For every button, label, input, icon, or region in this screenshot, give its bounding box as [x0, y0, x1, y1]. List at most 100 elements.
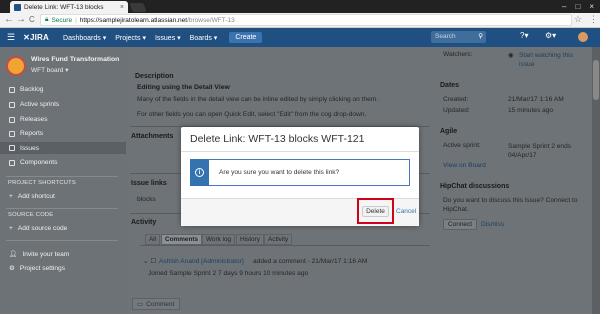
updated-label: Updated:: [443, 107, 470, 114]
plus-icon: +: [9, 193, 13, 200]
nav-issues[interactable]: Issues ▾: [155, 34, 181, 42]
tab-activity[interactable]: Activity: [264, 234, 293, 245]
issues-icon: [9, 145, 15, 151]
info-icon: i: [195, 168, 204, 177]
project-avatar[interactable]: [6, 56, 26, 76]
agile-heading: Agile: [440, 128, 458, 135]
sidebar-item-label: Releases: [20, 116, 48, 123]
add-source-code-link[interactable]: + Add source code: [9, 225, 67, 232]
dismiss-link[interactable]: Dismiss: [481, 221, 504, 228]
scrollbar-thumb[interactable]: [593, 60, 599, 100]
tab-comments[interactable]: Comments: [161, 234, 203, 245]
lock-icon: 🔒︎: [45, 16, 49, 23]
reports-icon: [9, 130, 15, 137]
cancel-link[interactable]: Cancel: [396, 208, 416, 215]
bookmark-star-icon[interactable]: ☆: [574, 14, 582, 25]
avatar[interactable]: [578, 32, 588, 42]
collapse-comment-icon[interactable]: ⌄ ☐: [143, 257, 156, 265]
tab-work-log[interactable]: Work log: [202, 234, 236, 245]
created-value: 21/Mar/17 1:16 AM: [508, 96, 564, 103]
tab-underline: [140, 245, 430, 246]
nav-boards[interactable]: Boards ▾: [190, 34, 218, 42]
comment-meta: added a comment - 21/Mar/17 1:16 AM: [253, 258, 368, 265]
tab-title: Delete Link: WFT-13 blocks: [24, 3, 104, 11]
view-on-board-link[interactable]: View on Board: [443, 162, 486, 169]
tab-close-icon[interactable]: ×: [120, 4, 124, 11]
board-selector[interactable]: WFT board ▾: [31, 66, 68, 74]
comment-author[interactable]: Ashish Anand [Administrator]: [159, 258, 244, 265]
sidebar-item-label: Issues: [20, 144, 40, 152]
sidebar-item-reports[interactable]: Reports: [9, 130, 43, 137]
start-watching-link[interactable]: Start watching this issue: [519, 51, 589, 69]
plus-icon: +: [9, 225, 13, 232]
jira-favicon-icon: [14, 3, 21, 11]
sidebar-divider: [6, 240, 118, 241]
maximize-icon[interactable]: □: [575, 2, 580, 11]
create-button[interactable]: Create: [229, 32, 263, 43]
dialog-header-divider: [181, 151, 419, 152]
search-placeholder: Search: [435, 33, 456, 40]
invite-team-label: Invite your team: [22, 250, 70, 258]
nav-projects[interactable]: Projects ▾: [115, 34, 146, 42]
add-shortcut-label: Add shortcut: [17, 193, 55, 200]
invite-team-link[interactable]: 👤︎ Invite your team: [9, 250, 70, 259]
window-controls: – □ ×: [562, 2, 594, 11]
nav-dashboards[interactable]: Dashboards ▾: [63, 34, 106, 42]
sidebar-item-backlog[interactable]: Backlog: [9, 86, 43, 93]
add-shortcut-link[interactable]: + Add shortcut: [9, 193, 55, 200]
active-sprint-label: Active sprint:: [443, 142, 481, 149]
new-tab-button[interactable]: [129, 3, 147, 12]
project-name[interactable]: Wires Fund Transformation: [31, 56, 119, 63]
sidebar-item-issues[interactable]: Issues: [0, 142, 126, 154]
forward-icon[interactable]: →: [16, 13, 26, 26]
jira-logo[interactable]: ✕JIRA: [23, 33, 49, 42]
settings-icon[interactable]: ⚙▾: [545, 31, 556, 40]
add-source-code-label: Add source code: [17, 225, 68, 232]
hipchat-text: Do you want to discuss this issue? Conne…: [443, 197, 578, 213]
sidebar-item-releases[interactable]: Releases: [9, 116, 48, 123]
issue-links-heading: Issue links: [131, 180, 167, 187]
active-sprint-value[interactable]: Sample Sprint 2 ends 04/Apr/17: [508, 142, 574, 160]
back-icon[interactable]: ←: [4, 13, 14, 26]
comment-icon: ▭: [137, 301, 144, 308]
activity-heading: Activity: [131, 219, 157, 226]
comment-button-label: Comment: [146, 300, 175, 308]
help-icon[interactable]: ?▾: [520, 31, 528, 40]
delete-button[interactable]: Delete: [362, 206, 389, 217]
sidebar-item-label: Components: [20, 159, 58, 166]
browser-menu-icon[interactable]: ⋮: [589, 14, 598, 25]
url-domain: https://samplejiratolearn.atlassian.net: [79, 16, 188, 24]
project-settings-label: Project settings: [19, 264, 65, 272]
gear-icon: ⚙: [9, 265, 15, 272]
browser-tab[interactable]: Delete Link: WFT-13 blocks ×: [10, 1, 128, 13]
minimize-icon[interactable]: –: [562, 2, 566, 11]
tab-all[interactable]: All: [145, 234, 161, 245]
sidebar-divider: [6, 208, 118, 209]
blocks-label: blocks: [137, 196, 156, 203]
description-heading: Description: [135, 73, 174, 80]
tab-history[interactable]: History: [236, 234, 264, 245]
releases-icon: [9, 116, 15, 123]
app-switcher-icon[interactable]: ☰: [7, 32, 15, 43]
components-icon: [9, 159, 15, 166]
sidebar-item-label: Active sprints: [20, 101, 60, 108]
project-settings-link[interactable]: ⚙ Project settings: [9, 264, 65, 273]
description-title: Editing using the Detail View: [137, 84, 230, 91]
confirmation-message: Are you sure you want to delete this lin…: [219, 169, 340, 176]
comment-button[interactable]: ▭ Comment: [132, 298, 180, 310]
active-sprints-icon: [9, 101, 15, 108]
sidebar-item-label: Reports: [20, 130, 44, 137]
url-field[interactable]: 🔒︎ Secure | https://samplejiratolearn.at…: [40, 14, 572, 26]
search-input[interactable]: Search ⚲: [431, 31, 486, 43]
reload-icon[interactable]: C: [29, 13, 35, 26]
sidebar-item-active-sprints[interactable]: Active sprints: [9, 101, 59, 108]
created-label: Created:: [443, 96, 469, 103]
connect-button[interactable]: Connect: [443, 219, 477, 230]
url-separator: |: [75, 16, 77, 24]
jira-header: ☰ ✕JIRA Dashboards ▾ Projects ▾ Issues ▾…: [0, 28, 600, 47]
close-window-icon[interactable]: ×: [589, 2, 594, 11]
sidebar-item-components[interactable]: Components: [9, 159, 57, 166]
url-path: /browse/WFT-13: [187, 16, 235, 24]
sidebar-item-label: Backlog: [20, 86, 44, 93]
updated-value: 15 minutes ago: [508, 107, 554, 114]
